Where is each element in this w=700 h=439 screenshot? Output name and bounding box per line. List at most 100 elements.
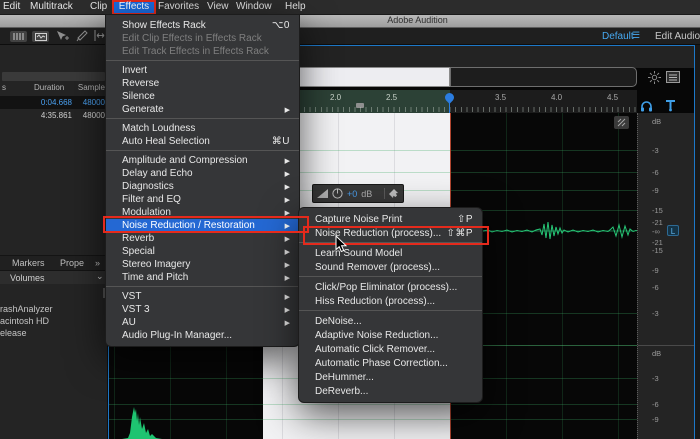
db-label: -6: [652, 400, 659, 409]
volume-item[interactable]: elease: [0, 328, 107, 340]
column-header-fragment[interactable]: s: [2, 83, 6, 96]
file-row[interactable]: 0:04.668 48000: [0, 96, 107, 109]
menu-item-au[interactable]: AU ▶: [106, 316, 299, 329]
menubar-item-multitrack[interactable]: Multitrack: [30, 0, 73, 14]
menubar-item-help[interactable]: Help: [285, 0, 306, 14]
menu-separator: [299, 310, 482, 311]
menu-item-reverse[interactable]: Reverse: [106, 77, 299, 90]
menubar-item-favorites[interactable]: Favorites: [158, 0, 199, 14]
menu-item-audio-plugin-manager[interactable]: Audio Plug-In Manager...: [106, 329, 299, 342]
menu-separator: [299, 276, 482, 277]
menubar-item-window[interactable]: Window: [236, 0, 272, 14]
menu-separator: [299, 242, 482, 243]
waveform-view-button[interactable]: [10, 31, 27, 42]
column-header-sample[interactable]: Sample: [74, 83, 105, 96]
menubar-item-view[interactable]: View: [207, 0, 229, 14]
workspace-selector[interactable]: Default: [602, 31, 634, 42]
menu-item-denoise[interactable]: DeNoise...: [299, 314, 482, 328]
menu-item-time-pitch[interactable]: Time and Pitch ▶: [106, 271, 299, 284]
menu-item-automatic-click-remover[interactable]: Automatic Click Remover...: [299, 342, 482, 356]
menu-item-show-effects-rack[interactable]: Show Effects Rack ⌥0: [106, 19, 299, 32]
settings-sun-icon[interactable]: [648, 71, 661, 84]
multitrack-view-button[interactable]: [32, 31, 49, 42]
menu-separator: [106, 150, 299, 151]
menu-item-learn-sound-model[interactable]: Learn Sound Model: [299, 246, 482, 260]
menu-item-dereverb[interactable]: DeReverb...: [299, 384, 482, 398]
menu-item-noise-reduction-restoration[interactable]: Noise Reduction / Restoration ▶: [106, 219, 299, 232]
menu-item-noise-reduction-process[interactable]: Noise Reduction (process)... ⇧⌘P: [299, 226, 482, 240]
menu-item-modulation[interactable]: Modulation ▶: [106, 206, 299, 219]
menubar-item-effects[interactable]: Effects: [112, 0, 156, 15]
menu-item-special[interactable]: Special ▶: [106, 245, 299, 258]
submenu-arrow-icon: ▶: [284, 320, 290, 327]
menu-separator: [106, 286, 299, 287]
menu-item-capture-noise-print[interactable]: Capture Noise Print ⇧P: [299, 212, 482, 226]
gridline: [562, 113, 563, 439]
menu-item-generate[interactable]: Generate ▶: [106, 103, 299, 116]
menu-item-amplitude-compression[interactable]: Amplitude and Compression ▶: [106, 154, 299, 167]
menu-item-automatic-phase-correction[interactable]: Automatic Phase Correction...: [299, 356, 482, 370]
menu-item-delay-echo[interactable]: Delay and Echo ▶: [106, 167, 299, 180]
gain-knob-icon[interactable]: [332, 188, 343, 199]
tab-properties[interactable]: Prope: [60, 258, 84, 268]
fade-ramp-icon[interactable]: [317, 189, 328, 198]
menu-separator: [106, 60, 299, 61]
menu-item-adaptive-noise-reduction[interactable]: Adaptive Noise Reduction...: [299, 328, 482, 342]
menu-item-hiss-reduction[interactable]: Hiss Reduction (process)...: [299, 294, 482, 308]
hud-pin-icon[interactable]: [389, 189, 399, 198]
headphone-icon[interactable]: [640, 100, 653, 112]
db-label: -15: [652, 206, 663, 215]
gridline: [506, 113, 507, 439]
menu-item-stereo-imagery[interactable]: Stereo Imagery ▶: [106, 258, 299, 271]
menu-item-vst[interactable]: VST ▶: [106, 290, 299, 303]
overview-navigator-track[interactable]: [450, 67, 637, 87]
file-row[interactable]: 4:35.861 48000: [0, 109, 107, 122]
chevron-down-icon[interactable]: ⌄: [96, 271, 104, 282]
submenu-arrow-icon: ▶: [284, 275, 290, 282]
menu-item-diagnostics[interactable]: Diagnostics ▶: [106, 180, 299, 193]
volume-item[interactable]: acintosh HD: [0, 316, 107, 328]
hamburger-icon[interactable]: ☰: [632, 30, 640, 41]
menu-item-filter-eq[interactable]: Filter and EQ ▶: [106, 193, 299, 206]
pin-tool-icon[interactable]: [665, 100, 676, 112]
menubar-item-edit[interactable]: Edit: [3, 0, 20, 14]
gain-hud[interactable]: +0 dB: [312, 184, 404, 203]
gain-unit: dB: [361, 188, 373, 199]
menubar-item-clip[interactable]: Clip: [90, 0, 107, 14]
file-sample-rate: 48000: [82, 111, 105, 120]
menu-item-reverb[interactable]: Reverb ▶: [106, 232, 299, 245]
menu-item-dehummer[interactable]: DeHummer...: [299, 370, 482, 384]
menu-item-sound-remover[interactable]: Sound Remover (process)...: [299, 260, 482, 274]
file-sample-rate: 48000: [82, 98, 105, 107]
menu-item-match-loudness[interactable]: Match Loudness: [106, 122, 299, 135]
menu-item-silence[interactable]: Silence: [106, 90, 299, 103]
menu-item-invert[interactable]: Invert: [106, 64, 299, 77]
files-search-field[interactable]: [2, 72, 105, 81]
amplitude-ruler[interactable]: dB -3 -6 -9 -15 -21 -∞ -21 -15 -9 -6 -3 …: [637, 113, 696, 439]
tab-overflow-chevron[interactable]: »: [95, 258, 100, 268]
menu-item-click-pop-eliminator[interactable]: Click/Pop Eliminator (process)...: [299, 280, 482, 294]
left-channel-badge[interactable]: L: [667, 225, 679, 236]
submenu-arrow-icon: ▶: [284, 262, 290, 269]
zoom-corner-widget[interactable]: [614, 116, 629, 129]
submenu-arrow-icon: ▶: [284, 236, 290, 243]
db-label: -∞: [652, 227, 660, 236]
razor-tool-icon[interactable]: [76, 30, 88, 42]
gridline: [618, 113, 619, 439]
panel-menu-icon[interactable]: [666, 71, 680, 83]
volumes-section-label[interactable]: Volumes: [10, 273, 45, 283]
tab-markers[interactable]: Markers: [12, 258, 45, 268]
hud-divider: [384, 188, 386, 199]
menu-item-auto-heal[interactable]: Auto Heal Selection ⌘U: [106, 135, 299, 148]
noise-reduction-submenu: Capture Noise Print ⇧P Noise Reduction (p…: [298, 207, 483, 403]
edit-audio-to-button[interactable]: Edit Audio to: [655, 31, 700, 42]
volume-item[interactable]: rashAnalyzer: [0, 304, 107, 316]
db-label: -15: [652, 246, 663, 255]
move-tool-icon[interactable]: [56, 30, 69, 42]
column-header-duration[interactable]: Duration: [34, 83, 64, 96]
gain-value[interactable]: +0: [347, 189, 357, 199]
adobe-audition-window: 2.0 2.5 3.5 4.0 4.5 dB -3 -6 -9 -15 -21 …: [0, 0, 700, 439]
submenu-arrow-icon: ▶: [284, 223, 290, 230]
menu-item-vst3[interactable]: VST 3 ▶: [106, 303, 299, 316]
db-label: -9: [652, 266, 659, 275]
